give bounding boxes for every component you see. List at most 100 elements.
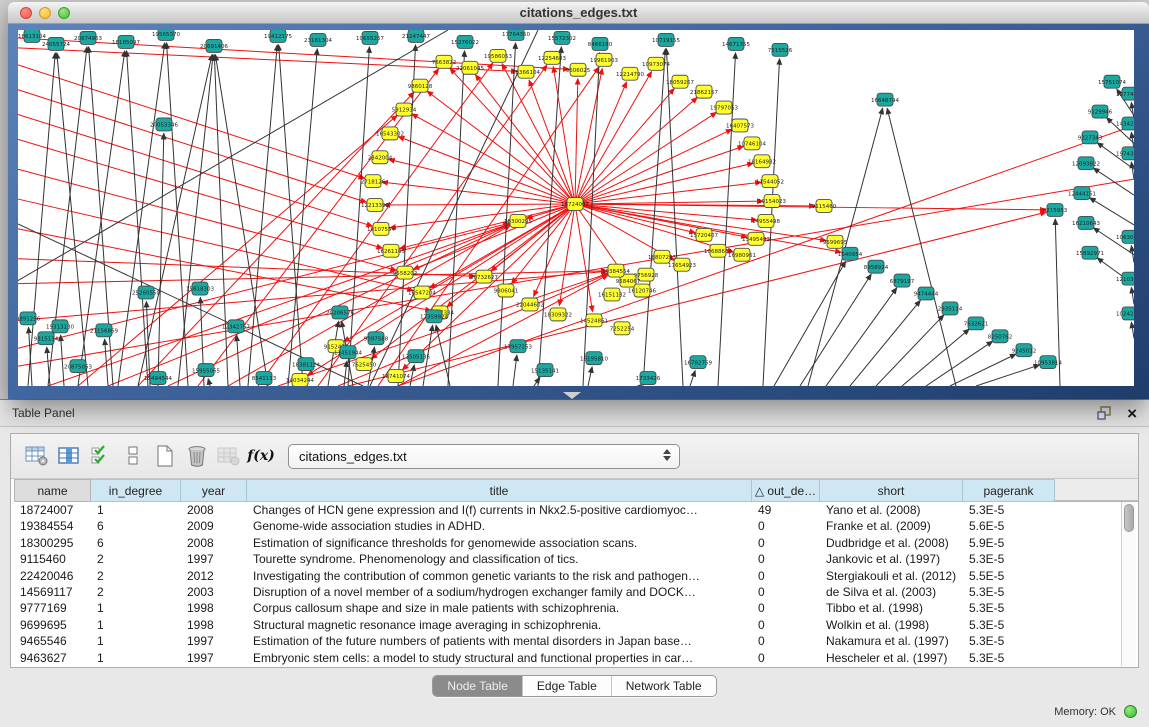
- column-header-year[interactable]: year: [181, 479, 247, 502]
- network-node[interactable]: 11544052: [756, 175, 784, 188]
- network-node[interactable]: 9097588: [364, 332, 389, 345]
- delete-table-button[interactable]: [181, 439, 213, 473]
- import-table-button-disabled[interactable]: [213, 439, 245, 473]
- table-row[interactable]: 1938455462009Genome-wide association stu…: [14, 518, 1138, 534]
- network-node[interactable]: 10242450: [1116, 307, 1134, 320]
- network-node[interactable]: 15495492: [742, 232, 770, 245]
- network-node[interactable]: 22044602: [516, 298, 544, 311]
- network-node[interactable]: 14671355: [722, 37, 750, 50]
- network-node[interactable]: 25260550: [132, 286, 160, 299]
- vertical-scrollbar[interactable]: [1121, 502, 1136, 666]
- network-node[interactable]: 12774613: [1116, 87, 1134, 100]
- network-node[interactable]: 19412175: [264, 30, 292, 42]
- network-node[interactable]: 12093822: [1072, 157, 1100, 170]
- network-node[interactable]: 1733426: [636, 372, 661, 385]
- function-builder-button[interactable]: f(x): [245, 439, 277, 473]
- network-node[interactable]: 12213399: [361, 199, 389, 212]
- table-row[interactable]: 946554611997Estimation of the future num…: [14, 633, 1138, 649]
- network-node[interactable]: 9115460: [812, 200, 837, 213]
- network-node[interactable]: 10655257: [356, 31, 384, 44]
- table-selector-dropdown[interactable]: citations_edges.txt: [288, 444, 680, 469]
- network-node[interactable]: 8215953: [1043, 204, 1068, 217]
- table-row[interactable]: 2242004622012Investigating the contribut…: [14, 568, 1138, 584]
- network-node[interactable]: 14342753: [1116, 117, 1134, 130]
- new-table-button[interactable]: [149, 439, 181, 473]
- network-node[interactable]: 10719155: [652, 33, 680, 46]
- network-node[interactable]: 16648794: [871, 93, 899, 106]
- network-node[interactable]: 9699695: [823, 235, 847, 248]
- network-node[interactable]: 9129946: [1088, 105, 1113, 118]
- network-node[interactable]: 6879197: [890, 274, 915, 287]
- network-node[interactable]: 18309322: [544, 308, 572, 321]
- network-node[interactable]: 18164932: [748, 155, 776, 168]
- table-row[interactable]: 1830029562008Estimation of significance …: [14, 535, 1138, 551]
- network-node[interactable]: 16151132: [598, 288, 626, 301]
- tab-edge-table[interactable]: Edge Table: [522, 676, 611, 696]
- network-node[interactable]: 23181304: [304, 33, 332, 46]
- network-node[interactable]: 20691406: [200, 39, 228, 52]
- network-node[interactable]: 8958924: [864, 260, 889, 273]
- network-node[interactable]: 2342004: [368, 151, 393, 164]
- network-node[interactable]: 15751074: [1098, 75, 1126, 88]
- table-row[interactable]: 1456911722003Disruption of a novel membe…: [14, 584, 1138, 600]
- network-node[interactable]: 10746104: [738, 137, 766, 150]
- column-header-title[interactable]: title: [247, 479, 752, 502]
- network-node[interactable]: 9558202: [393, 266, 417, 279]
- column-header-in_degree[interactable]: in_degree: [91, 479, 181, 502]
- network-node[interactable]: 16980961: [728, 248, 756, 261]
- network-node[interactable]: 20875053: [64, 360, 92, 373]
- network-node[interactable]: 18059267: [666, 75, 694, 88]
- network-node[interactable]: 12444151: [1068, 187, 1096, 200]
- table-row[interactable]: 911546021997Tourette syndrome. Phenomeno…: [14, 551, 1138, 567]
- network-node[interactable]: 19565370: [152, 30, 180, 40]
- scrollbar-thumb[interactable]: [1124, 504, 1134, 532]
- network-node[interactable]: 14955498: [752, 214, 780, 227]
- row-height-button[interactable]: [117, 439, 149, 473]
- network-node[interactable]: 9474444: [914, 287, 939, 300]
- network-node[interactable]: 2935114: [938, 302, 963, 315]
- network-node[interactable]: 8466160: [588, 37, 613, 50]
- network-node[interactable]: 15135141: [531, 364, 559, 377]
- tab-node-table[interactable]: Node Table: [433, 676, 522, 696]
- column-header-out_de[interactable]: △ out_de…: [752, 479, 820, 502]
- column-header-pagerank[interactable]: pagerank: [963, 479, 1055, 502]
- network-window-titlebar[interactable]: citations_edges.txt: [8, 2, 1149, 24]
- network-node[interactable]: 18381124: [292, 358, 320, 371]
- table-row[interactable]: 969969511998Structural magnetic resonanc…: [14, 617, 1138, 633]
- memory-status-led[interactable]: [1124, 705, 1137, 718]
- network-node[interactable]: 15494544: [144, 372, 172, 385]
- network-node[interactable]: 21247447: [402, 30, 430, 42]
- network-node[interactable]: 7663822: [432, 55, 456, 68]
- float-panel-icon[interactable]: [1097, 406, 1113, 420]
- network-node[interactable]: 7252254: [610, 322, 635, 335]
- network-node[interactable]: 2718126: [361, 175, 386, 188]
- table-row[interactable]: 977716911998Corpus callosum shape and si…: [14, 600, 1138, 616]
- network-node[interactable]: 21156869: [90, 324, 118, 337]
- network-canvas[interactable]: 1861310424055724208749631818509719565370…: [18, 30, 1134, 386]
- table-row[interactable]: 946362711997Embryonic stem cells: a mode…: [14, 650, 1138, 666]
- network-node[interactable]: 10107554: [367, 222, 395, 235]
- close-panel-icon[interactable]: ×: [1127, 405, 1137, 422]
- network-node[interactable]: 10953814: [1034, 356, 1062, 369]
- tab-network-table[interactable]: Network Table: [611, 676, 716, 696]
- network-node[interactable]: 18185097: [112, 35, 140, 48]
- network-node[interactable]: 15955065: [192, 364, 220, 377]
- column-header-short[interactable]: short: [820, 479, 963, 502]
- network-node[interactable]: 15572302: [548, 31, 576, 44]
- network-node[interactable]: 19586053: [484, 49, 512, 62]
- table-settings-button[interactable]: [21, 439, 53, 473]
- table-row[interactable]: 1872400712008Changes of HCN gene express…: [14, 502, 1138, 518]
- network-node[interactable]: 7632621: [964, 317, 988, 330]
- network-node[interactable]: 8541113: [252, 372, 277, 385]
- network-node[interactable]: 16543302: [376, 127, 404, 140]
- network-node[interactable]: 10630432: [1116, 230, 1134, 243]
- network-node[interactable]: 15276022: [451, 35, 479, 48]
- network-node[interactable]: 9891256: [18, 312, 41, 325]
- network-node[interactable]: 12254603: [538, 51, 566, 64]
- network-node[interactable]: 12214790: [616, 67, 644, 80]
- network-node[interactable]: 14524861: [580, 314, 608, 327]
- network-node[interactable]: 17957253: [504, 340, 532, 353]
- network-node[interactable]: 9227343: [1078, 131, 1103, 144]
- network-node[interactable]: 13505135: [402, 350, 430, 363]
- network-node[interactable]: 19313130: [46, 320, 74, 333]
